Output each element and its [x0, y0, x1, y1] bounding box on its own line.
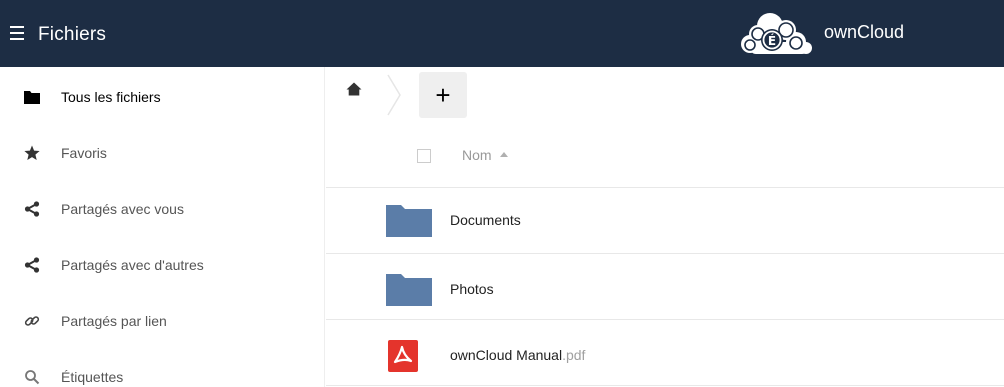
new-button[interactable]: + [419, 72, 467, 118]
sidebar-item-shared-with-you[interactable]: Partagés avec vous [0, 181, 325, 237]
controls-bar: + [326, 67, 1004, 124]
search-icon [24, 369, 40, 385]
sidebar-item-tags[interactable]: Étiquettes [0, 349, 325, 387]
sidebar-item-label: Partagés par lien [61, 313, 167, 329]
brand[interactable]: É ownCloud [736, 8, 904, 58]
pdf-icon [388, 340, 418, 377]
file-name[interactable]: Photos [450, 281, 494, 297]
app-title[interactable]: Fichiers [38, 24, 106, 46]
table-row[interactable]: Photos [326, 254, 1004, 320]
sidebar-item-label: Partagés avec vous [61, 201, 184, 217]
app-content: + Nom Documents Photos ownCloud Manual.p… [326, 67, 1004, 387]
sidebar-item-label: Tous les fichiers [61, 89, 161, 105]
select-all-checkbox[interactable] [417, 149, 431, 163]
brand-name: ownCloud [824, 21, 905, 42]
file-basename: ownCloud Manual [450, 347, 563, 363]
share-icon [24, 201, 40, 217]
sidebar-item-label: Partagés avec d'autres [61, 257, 204, 273]
file-name[interactable]: Documents [450, 212, 521, 228]
share-icon [24, 257, 40, 273]
app-navigation: Tous les fichiers Favoris Partagés avec … [0, 67, 325, 387]
hamburger-icon[interactable] [10, 22, 30, 46]
sidebar-item-all-files[interactable]: Tous les fichiers [0, 69, 325, 125]
table-row[interactable]: ownCloud Manual.pdf [326, 320, 1004, 386]
svg-text:É: É [768, 33, 776, 48]
name-column-header[interactable]: Nom [462, 147, 492, 163]
cloud-logo-icon: É [741, 13, 812, 54]
home-icon[interactable] [346, 81, 362, 97]
sidebar-item-label: Favoris [61, 145, 107, 161]
sidebar-item-shared-with-others[interactable]: Partagés avec d'autres [0, 237, 325, 293]
sidebar-item-label: Étiquettes [61, 369, 124, 385]
top-bar: Fichiers É ownCloud [0, 0, 1004, 67]
link-icon [24, 313, 40, 329]
file-extension: .pdf [562, 347, 586, 363]
file-name[interactable]: ownCloud Manual.pdf [450, 347, 585, 363]
folder-icon [24, 89, 40, 105]
table-row[interactable]: Documents [326, 188, 1004, 254]
folder-icon [386, 205, 432, 242]
file-list-header: Nom [326, 124, 1004, 188]
folder-icon [386, 274, 432, 311]
breadcrumb-separator-icon [387, 74, 401, 121]
sort-ascending-icon[interactable] [500, 152, 508, 157]
sidebar-item-favorites[interactable]: Favoris [0, 125, 325, 181]
sidebar-item-shared-by-link[interactable]: Partagés par lien [0, 293, 325, 349]
star-icon [24, 145, 40, 161]
